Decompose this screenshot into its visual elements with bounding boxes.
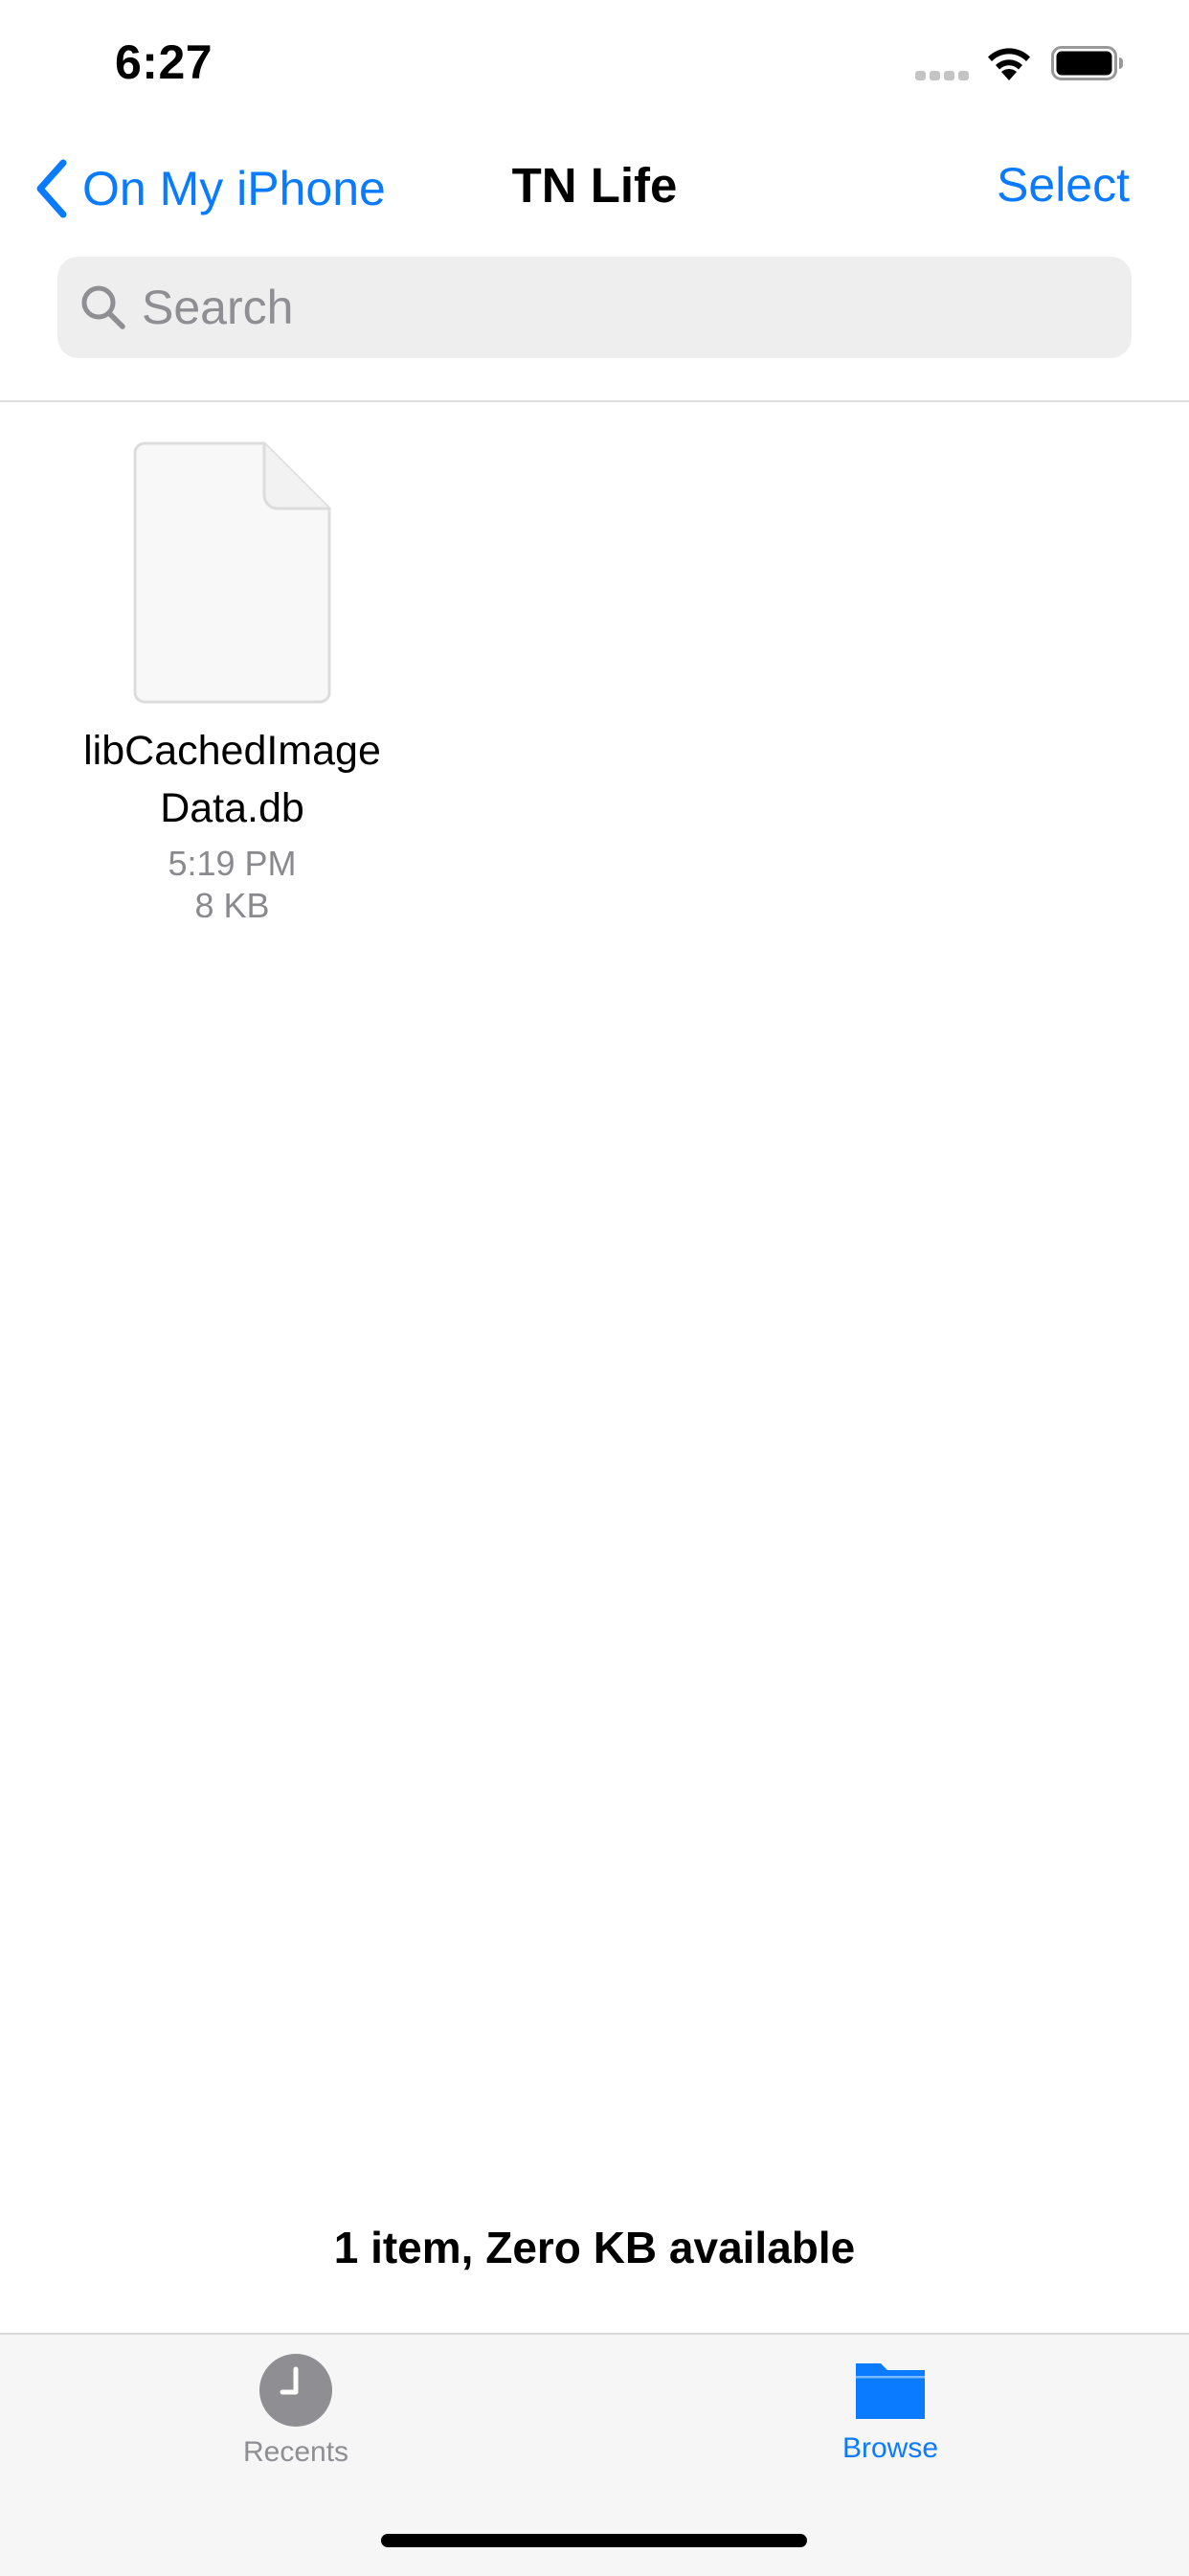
battery-icon xyxy=(1051,46,1123,80)
status-bar: 6:27 xyxy=(0,0,1189,126)
wifi-icon xyxy=(988,48,1030,80)
status-time: 6:27 xyxy=(115,35,213,89)
back-button[interactable]: On My iPhone xyxy=(33,153,386,224)
divider xyxy=(0,400,1189,402)
folder-icon xyxy=(856,2363,925,2419)
tab-browse[interactable]: Browse xyxy=(747,2354,1034,2465)
tab-browse-label: Browse xyxy=(841,2432,939,2464)
back-button-label: On My iPhone xyxy=(82,162,386,215)
select-button[interactable]: Select xyxy=(997,157,1130,213)
file-modified: 5:19 PM xyxy=(168,844,297,883)
file-name: libCachedImageData.db xyxy=(83,728,381,831)
document-icon xyxy=(133,441,330,704)
search-icon xyxy=(81,285,125,329)
search-input[interactable] xyxy=(142,280,1080,335)
clock-icon xyxy=(259,2354,332,2427)
file-item[interactable]: libCachedImageData.db 5:19 PM 8 KB xyxy=(77,441,388,927)
file-size: 8 KB xyxy=(194,886,270,925)
chevron-left-icon xyxy=(36,159,67,218)
search-field[interactable] xyxy=(57,257,1132,358)
storage-summary: 1 item, Zero KB available xyxy=(333,2223,856,2272)
tab-recents[interactable]: Recents xyxy=(152,2354,439,2469)
cellular-signal-icon xyxy=(915,71,971,80)
tab-recents-label: Recents xyxy=(242,2436,349,2468)
home-indicator[interactable] xyxy=(381,2534,807,2547)
